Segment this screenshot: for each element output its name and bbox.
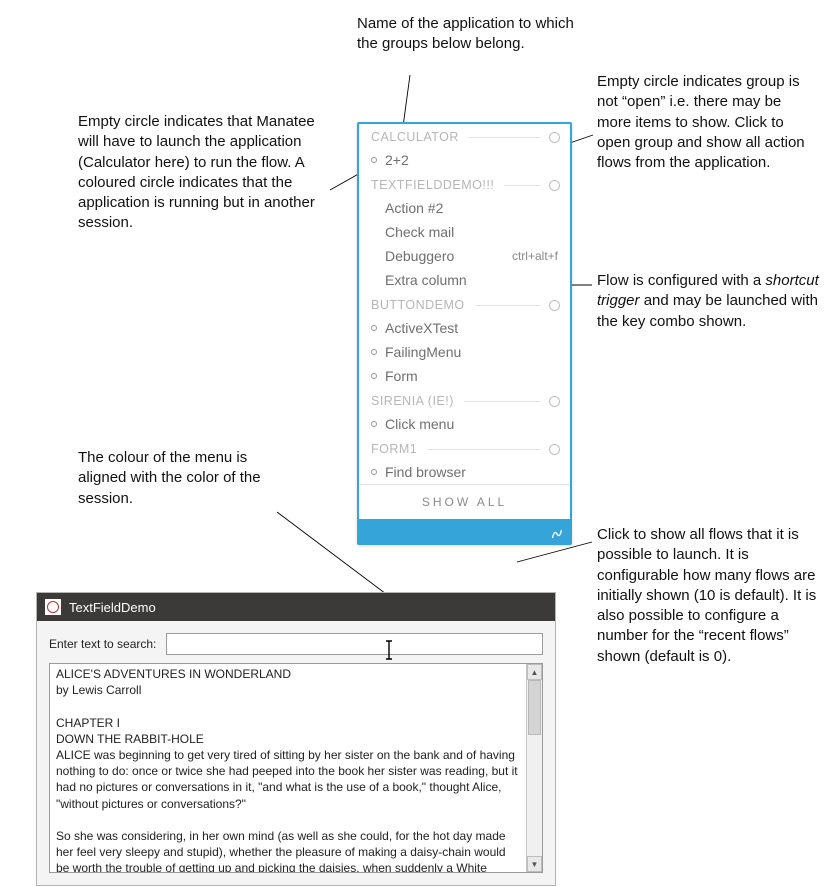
group-divider-line — [427, 449, 541, 450]
flow-item[interactable]: Find browser — [359, 460, 570, 484]
group-divider-line — [464, 401, 541, 402]
group-open-toggle-icon[interactable] — [549, 300, 560, 311]
group-divider-line — [475, 305, 541, 306]
flow-item[interactable]: FailingMenu — [359, 340, 570, 364]
group-open-toggle-icon[interactable] — [549, 132, 560, 143]
textfielddemo-window: TextFieldDemo Enter text to search: ALIC… — [36, 592, 556, 886]
group-divider-line — [504, 185, 541, 186]
flow-status-dot-icon — [371, 469, 377, 475]
session-color-bar — [359, 519, 570, 543]
annotation-app-name: Name of the application to which the gro… — [357, 14, 587, 55]
flow-item[interactable]: Form — [359, 364, 570, 388]
flow-label: Form — [385, 368, 558, 384]
annotation-shortcut: Flow is configured with a shortcut trigg… — [597, 271, 819, 332]
app-icon — [45, 599, 61, 615]
group-header-sirenia[interactable]: SIRENIA (IE!) — [359, 388, 570, 412]
flow-item[interactable]: ActiveXTest — [359, 316, 570, 340]
group-header-textfielddemo[interactable]: TEXTFIELDDEMO!!! — [359, 172, 570, 196]
session-bar-icon — [550, 527, 564, 541]
textarea[interactable]: ALICE'S ADVENTURES IN WONDERLAND by Lewi… — [49, 663, 543, 873]
flow-label: Click menu — [385, 416, 558, 432]
flow-item[interactable]: Debuggero ctrl+alt+f — [359, 244, 570, 268]
flow-status-dot-icon — [371, 157, 377, 163]
flow-item[interactable]: Check mail — [359, 220, 570, 244]
flow-label: Action #2 — [385, 200, 558, 216]
group-header-form1[interactable]: FORM1 — [359, 436, 570, 460]
flow-label: Debuggero — [385, 248, 512, 264]
flow-item[interactable]: Action #2 — [359, 196, 570, 220]
flow-item[interactable]: 2+2 — [359, 148, 570, 172]
group-label: TEXTFIELDDEMO!!! — [371, 178, 494, 192]
search-label: Enter text to search: — [49, 637, 156, 651]
flow-label: Extra column — [385, 272, 558, 288]
flow-status-dot-icon — [371, 325, 377, 331]
flow-label: 2+2 — [385, 152, 558, 168]
flow-label: FailingMenu — [385, 344, 558, 360]
scroll-up-button[interactable]: ▲ — [527, 664, 542, 680]
annotation-show-all: Click to show all flows that it is possi… — [597, 525, 819, 667]
scroll-thumb[interactable] — [528, 680, 541, 735]
flow-status-dot-icon — [371, 421, 377, 427]
group-label: CALCULATOR — [371, 130, 459, 144]
group-header-buttondemo[interactable]: BUTTONDEMO — [359, 292, 570, 316]
scroll-down-button[interactable]: ▼ — [527, 856, 542, 872]
group-open-toggle-icon[interactable] — [549, 180, 560, 191]
group-label: SIRENIA (IE!) — [371, 394, 454, 408]
textarea-content: ALICE'S ADVENTURES IN WONDERLAND by Lewi… — [50, 664, 525, 872]
group-open-toggle-icon[interactable] — [549, 444, 560, 455]
group-label: BUTTONDEMO — [371, 298, 465, 312]
scroll-track[interactable] — [527, 680, 542, 856]
search-input[interactable] — [166, 633, 543, 655]
annotation-empty-circle-left: Empty circle indicates that Manatee will… — [78, 112, 326, 234]
flow-menu: CALCULATOR 2+2 TEXTFIELDDEMO!!! Action #… — [357, 122, 572, 545]
flow-label: ActiveXTest — [385, 320, 558, 336]
group-divider-line — [469, 137, 541, 138]
flow-status-dot-icon — [371, 373, 377, 379]
scrollbar[interactable]: ▲ ▼ — [526, 664, 542, 872]
group-label: FORM1 — [371, 442, 417, 456]
annotation-empty-circle-right: Empty circle indicates group is not “ope… — [597, 72, 819, 173]
flow-label: Find browser — [385, 464, 558, 480]
window-title: TextFieldDemo — [69, 600, 156, 615]
flow-label: Check mail — [385, 224, 558, 240]
group-header-calculator[interactable]: CALCULATOR — [359, 124, 570, 148]
show-all-button[interactable]: SHOW ALL — [359, 485, 570, 519]
flow-shortcut: ctrl+alt+f — [512, 249, 558, 263]
flow-item[interactable]: Extra column — [359, 268, 570, 292]
annotation-menu-color: The colour of the menu is aligned with t… — [78, 448, 298, 509]
flow-item[interactable]: Click menu — [359, 412, 570, 436]
flow-status-dot-icon — [371, 349, 377, 355]
window-titlebar[interactable]: TextFieldDemo — [37, 593, 555, 621]
group-open-toggle-icon[interactable] — [549, 396, 560, 407]
